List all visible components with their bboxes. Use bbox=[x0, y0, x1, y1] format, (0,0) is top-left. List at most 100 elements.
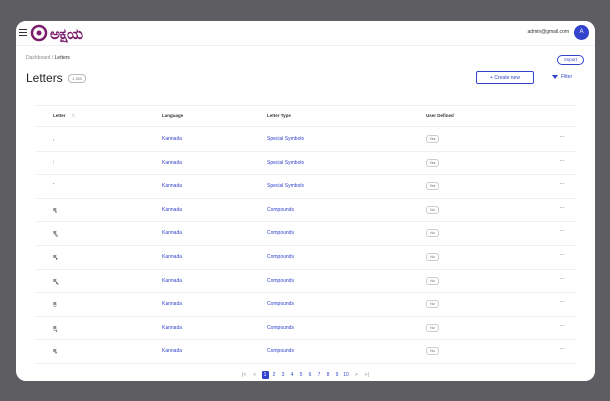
cell-letter: , bbox=[53, 136, 55, 142]
breadcrumb: Dashboard / Letters bbox=[26, 55, 70, 61]
column-user-defined: User Defined bbox=[426, 113, 454, 118]
user-email: admin@gmail.com bbox=[527, 29, 569, 35]
table-row[interactable]: ಹ್ಮ Kannada Compounds No ··· bbox=[35, 245, 576, 270]
table-row[interactable]: , Kannada Special Symbols Yes ··· bbox=[35, 127, 576, 152]
page-button-7[interactable]: 7 bbox=[316, 371, 323, 379]
cell-language[interactable]: Kannada bbox=[162, 278, 182, 284]
user-defined-badge: No bbox=[426, 276, 439, 285]
cell-letter-type[interactable]: Compounds bbox=[267, 348, 294, 354]
more-icon[interactable]: ··· bbox=[560, 323, 565, 329]
letters-table: Letter ⇅ Language Letter Type User Define… bbox=[35, 105, 576, 369]
more-icon[interactable]: ··· bbox=[560, 299, 565, 305]
page-button-2[interactable]: 2 bbox=[271, 371, 278, 379]
import-button[interactable]: Import bbox=[557, 55, 584, 65]
page-button-4[interactable]: 4 bbox=[289, 371, 296, 379]
table-row[interactable]: ' Kannada Special Symbols Yes ··· bbox=[35, 174, 576, 199]
filter-label: Filter bbox=[561, 74, 573, 80]
page-button-1[interactable]: 1 bbox=[261, 371, 269, 379]
breadcrumb-dashboard[interactable]: Dashboard bbox=[26, 55, 50, 61]
menu-icon[interactable] bbox=[19, 29, 27, 36]
avatar[interactable]: A bbox=[574, 25, 589, 40]
column-letter[interactable]: Letter ⇅ bbox=[53, 113, 75, 119]
table-row[interactable]: ಹ್ಜ Kannada Compounds No ··· bbox=[35, 198, 576, 223]
create-new-button[interactable]: + Create new bbox=[476, 71, 534, 84]
table-row[interactable]: ಹ್ಮ್ಯ Kannada Compounds No ··· bbox=[35, 269, 576, 294]
table-row[interactable]: ಹ್ರ Kannada Compounds No ··· bbox=[35, 292, 576, 317]
page-button-5[interactable]: 5 bbox=[298, 371, 305, 379]
cell-letter-type[interactable]: Compounds bbox=[267, 325, 294, 331]
cell-letter-type[interactable]: Compounds bbox=[267, 278, 294, 284]
more-icon[interactable]: ··· bbox=[560, 228, 565, 234]
filter-button[interactable]: Filter bbox=[552, 74, 572, 80]
cell-language[interactable]: Kannada bbox=[162, 183, 182, 189]
more-icon[interactable]: ··· bbox=[560, 158, 565, 164]
cell-letter-type[interactable]: Compounds bbox=[267, 230, 294, 236]
count-badge: 1,350 bbox=[68, 74, 87, 83]
cell-letter: ಹ್ಲ bbox=[53, 348, 58, 355]
next-page-button[interactable]: > bbox=[353, 371, 360, 379]
more-icon[interactable]: ··· bbox=[560, 205, 565, 211]
table-row[interactable]: ಹ್ಜ್ಯ Kannada Compounds No ··· bbox=[35, 221, 576, 246]
cell-letter-type[interactable]: Special Symbols bbox=[267, 183, 304, 189]
logo-mark-icon bbox=[30, 24, 48, 42]
cell-letter-type[interactable]: Compounds bbox=[267, 254, 294, 260]
prev-page-button[interactable]: < bbox=[251, 371, 258, 379]
cell-letter-type[interactable]: Special Symbols bbox=[267, 136, 304, 142]
cell-letter: ಹ್ರ bbox=[53, 301, 57, 308]
cell-letter: ಹ್ರ್ಯ bbox=[53, 324, 58, 331]
user-defined-badge: No bbox=[426, 347, 439, 356]
cell-language[interactable]: Kannada bbox=[162, 254, 182, 260]
filter-icon bbox=[552, 74, 558, 79]
more-icon[interactable]: ··· bbox=[560, 346, 565, 352]
first-page-button[interactable]: |< bbox=[241, 371, 248, 379]
cell-letter: ಹ್ಜ bbox=[53, 206, 57, 213]
page-button-3[interactable]: 3 bbox=[280, 371, 287, 379]
cell-language[interactable]: Kannada bbox=[162, 207, 182, 213]
page-button-8[interactable]: 8 bbox=[325, 371, 332, 379]
cell-letter-type[interactable]: Special Symbols bbox=[267, 160, 304, 166]
breadcrumb-current: Letters bbox=[54, 55, 70, 61]
logo-text: ಅಕ್ಷಯ bbox=[50, 25, 83, 43]
cell-letter-type[interactable]: Compounds bbox=[267, 207, 294, 213]
user-defined-badge: No bbox=[426, 229, 439, 238]
top-bar: ಅಕ್ಷಯ admin@gmail.com A bbox=[16, 21, 595, 46]
breadcrumb-separator: / bbox=[51, 55, 54, 61]
cell-language[interactable]: Kannada bbox=[162, 301, 182, 307]
cell-letter: ಹ್ಮ bbox=[53, 254, 58, 260]
cell-letter: : bbox=[53, 159, 55, 166]
table-row[interactable]: ಹ್ರ್ಯ Kannada Compounds No ··· bbox=[35, 316, 576, 341]
more-icon[interactable]: ··· bbox=[560, 134, 565, 140]
app-window: ಅಕ್ಷಯ admin@gmail.com A Dashboard / Lett… bbox=[16, 21, 595, 381]
more-icon[interactable]: ··· bbox=[560, 252, 565, 258]
sort-icon[interactable]: ⇅ bbox=[72, 113, 76, 118]
cell-letter-type[interactable]: Compounds bbox=[267, 301, 294, 307]
page-title: Letters bbox=[26, 71, 63, 85]
user-defined-badge: Yes bbox=[426, 158, 439, 167]
pagination: |< < 1 2 3 4 5 6 7 8 9 10 > >| bbox=[16, 371, 595, 381]
cell-language[interactable]: Kannada bbox=[162, 160, 182, 166]
page-button-9[interactable]: 9 bbox=[334, 371, 341, 379]
table-row[interactable]: ಹ್ಲ Kannada Compounds No ··· bbox=[35, 339, 576, 364]
user-defined-badge: Yes bbox=[426, 182, 439, 191]
user-defined-badge: No bbox=[426, 300, 439, 309]
page-button-10[interactable]: 10 bbox=[343, 371, 350, 379]
app-logo[interactable]: ಅಕ್ಷಯ bbox=[30, 24, 110, 43]
last-page-button[interactable]: >| bbox=[363, 371, 370, 379]
user-defined-badge: Yes bbox=[426, 135, 439, 143]
user-defined-badge: No bbox=[426, 205, 439, 214]
cell-language[interactable]: Kannada bbox=[162, 348, 182, 354]
cell-language[interactable]: Kannada bbox=[162, 325, 182, 331]
column-letter-type: Letter Type bbox=[267, 113, 291, 118]
page-button-6[interactable]: 6 bbox=[307, 371, 314, 379]
table-row[interactable]: : Kannada Special Symbols Yes ··· bbox=[35, 151, 576, 176]
user-defined-badge: No bbox=[426, 323, 439, 332]
cell-language[interactable]: Kannada bbox=[162, 136, 182, 142]
cell-letter: ಹ್ಮ್ಯ bbox=[53, 277, 59, 284]
cell-language[interactable]: Kannada bbox=[162, 230, 182, 236]
more-icon[interactable]: ··· bbox=[560, 276, 565, 282]
column-language: Language bbox=[162, 113, 184, 118]
cell-letter: ಹ್ಜ್ಯ bbox=[53, 230, 58, 237]
table-header: Letter ⇅ Language Letter Type User Define… bbox=[35, 106, 576, 127]
more-icon[interactable]: ··· bbox=[560, 181, 565, 187]
cell-letter: ' bbox=[53, 183, 54, 190]
